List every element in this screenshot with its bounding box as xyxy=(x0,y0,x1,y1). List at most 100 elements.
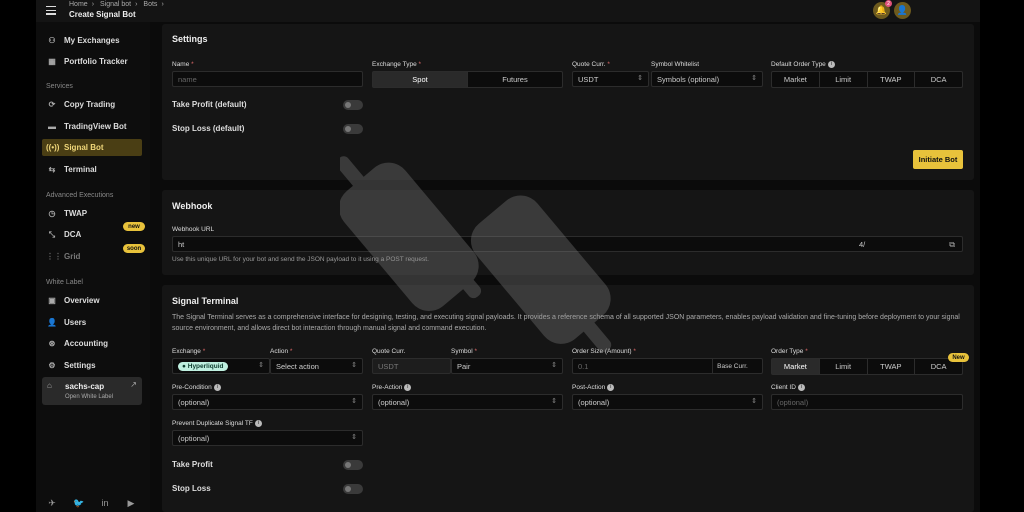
exchange-icon: ⚇ xyxy=(48,36,56,45)
chevron-updown-icon: ⇕ xyxy=(751,75,757,82)
sidebar-item-copy-trading[interactable]: ⟳ Copy Trading xyxy=(42,96,142,113)
info-icon[interactable]: i xyxy=(797,384,805,391)
sidebar-item-label: Grid xyxy=(64,252,81,261)
webhook-title: Webhook xyxy=(172,201,213,211)
info-icon[interactable]: i xyxy=(213,384,221,391)
white-label-name: sachs-cap xyxy=(65,382,105,391)
dca-icon: ⤡ xyxy=(48,229,56,239)
sidebar-item-twap[interactable]: ◷ TWAP xyxy=(42,205,142,222)
sidebar-item-label: DCA xyxy=(64,230,82,239)
quote-currency-label: Quote Curr. * xyxy=(572,61,610,68)
order-type-limit[interactable]: Limit xyxy=(820,72,868,87)
copy-icon[interactable]: ⧉ xyxy=(949,240,955,250)
sidebar-item-label: Settings xyxy=(64,361,96,370)
terminal-icon: ⇆ xyxy=(48,165,56,174)
breadcrumb-home[interactable]: Home xyxy=(69,1,88,8)
stop-loss-toggle[interactable] xyxy=(343,484,363,494)
sidebar-item-label: Overview xyxy=(64,296,100,305)
copy-icon: ⟳ xyxy=(48,100,56,109)
sidebar-item-overview[interactable]: ▣ Overview xyxy=(42,292,142,309)
pre-condition-select[interactable]: (optional) ⇕ xyxy=(172,394,363,410)
outer-margin-right xyxy=(980,0,1024,512)
sidebar: ⚇ My Exchanges ▦ Portfolio Tracker Service… xyxy=(36,22,150,512)
chevron-updown-icon: ⇕ xyxy=(637,75,643,82)
twitter-icon[interactable]: 🐦 xyxy=(73,498,85,510)
top-bar: Home › Signal bot › Bots › Create Signal Bo… xyxy=(36,0,980,22)
menu-icon[interactable] xyxy=(46,6,56,15)
chevron-updown-icon: ⇕ xyxy=(258,362,264,369)
user-icon: 👤 xyxy=(896,5,909,15)
breadcrumb-signal-bot[interactable]: Signal bot xyxy=(100,1,131,8)
sidebar-item-signal-bot[interactable]: ((•)) Signal Bot xyxy=(42,139,142,156)
sidebar-item-terminal[interactable]: ⇆ Terminal xyxy=(42,161,142,178)
base-currency-select[interactable]: Base Curr. xyxy=(712,358,752,374)
symbol-whitelist-label: Symbol Whitelist xyxy=(651,61,700,68)
info-icon[interactable]: i xyxy=(254,420,262,427)
hyperliquid-logo-icon: ● xyxy=(182,362,186,370)
tag-icon: ⌂ xyxy=(47,381,52,390)
watermark-logo xyxy=(340,156,612,353)
notification-count-badge: 2 xyxy=(885,0,892,7)
terminal-order-type-market[interactable]: Market xyxy=(772,359,820,374)
take-profit-label: Take Profit xyxy=(172,460,213,469)
exchange-type-label: Exchange Type * xyxy=(372,61,422,68)
exchange-select[interactable]: ● Hyperliquid ⇕ xyxy=(172,358,270,374)
terminal-order-type-limit[interactable]: Limit xyxy=(820,359,868,374)
users-icon: 👤 xyxy=(47,318,57,327)
sidebar-item-tradingview-bot[interactable]: ▬ TradingView Bot xyxy=(42,118,142,135)
telegram-icon[interactable]: ✈ xyxy=(46,498,58,510)
linkedin-icon[interactable]: in xyxy=(99,498,111,510)
order-type-label: Order Type * xyxy=(771,348,808,355)
sidebar-item-my-exchanges[interactable]: ⚇ My Exchanges xyxy=(42,32,142,49)
sidebar-item-accounting[interactable]: ⊛ Accounting xyxy=(42,335,142,352)
client-id-label: Client ID i xyxy=(771,384,805,391)
white-label-card[interactable]: ⌂ sachs-cap Open White Label ↗ xyxy=(42,377,142,405)
sidebar-item-users[interactable]: 👤 Users xyxy=(42,314,142,331)
order-type-dca[interactable]: DCA xyxy=(915,72,962,87)
webhook-url-label: Webhook URL xyxy=(172,226,215,233)
hyperliquid-badge: ● Hyperliquid xyxy=(178,361,228,371)
user-avatar-button[interactable]: 👤 xyxy=(894,2,911,19)
breadcrumb: Home › Signal bot › Bots › xyxy=(69,1,164,8)
action-label: Action * xyxy=(270,348,293,355)
prevent-duplicate-select[interactable]: (optional) ⇕ xyxy=(172,430,363,446)
section-title-services: Services xyxy=(46,83,73,90)
external-link-icon[interactable]: ↗ xyxy=(130,380,137,389)
symbol-whitelist-select[interactable]: Symbols (optional) ⇕ xyxy=(651,71,763,87)
chevron-updown-icon: ⇕ xyxy=(751,398,757,405)
name-input[interactable]: name xyxy=(172,71,363,87)
section-title-white-label: White Label xyxy=(46,279,83,286)
terminal-order-type-twap[interactable]: TWAP xyxy=(868,359,916,374)
stop-loss-label: Stop Loss xyxy=(172,484,211,493)
sidebar-item-label: TradingView Bot xyxy=(64,122,127,131)
page-title: Create Signal Bot xyxy=(69,10,136,19)
sidebar-item-portfolio-tracker[interactable]: ▦ Portfolio Tracker xyxy=(42,53,142,70)
bell-icon: 🔔 xyxy=(875,5,888,15)
order-type-market[interactable]: Market xyxy=(772,72,820,87)
dashboard-icon: ▣ xyxy=(48,296,56,305)
sidebar-item-label: Terminal xyxy=(64,165,97,174)
sidebar-item-label: Signal Bot xyxy=(64,143,104,152)
client-id-input[interactable]: (optional) xyxy=(771,394,963,410)
accounting-icon: ⊛ xyxy=(48,339,56,348)
exchange-label: Exchange * xyxy=(172,348,206,355)
settings-title: Settings xyxy=(172,34,208,44)
notification-bell-button[interactable]: 🔔 2 xyxy=(873,0,892,19)
sidebar-item-settings[interactable]: ⚙ Settings xyxy=(42,357,142,374)
signal-terminal-title: Signal Terminal xyxy=(172,296,239,306)
youtube-icon[interactable]: ▶ xyxy=(125,498,137,510)
dca-new-pill: New xyxy=(948,353,969,362)
tradingview-icon: ▬ xyxy=(48,122,56,131)
default-order-type-label: Default Order Type i xyxy=(771,61,835,68)
name-label: Name * xyxy=(172,61,194,68)
take-profit-default-label: Take Profit (default) xyxy=(172,100,247,109)
info-icon[interactable]: i xyxy=(827,61,835,68)
breadcrumb-bots[interactable]: Bots xyxy=(143,1,157,8)
sidebar-item-label: My Exchanges xyxy=(64,36,120,45)
initiate-bot-button[interactable]: Initiate Bot xyxy=(913,150,963,169)
order-type-toggle: Market Limit TWAP DCA xyxy=(771,358,963,375)
outer-margin-left xyxy=(0,0,36,512)
sidebar-item-label: Copy Trading xyxy=(64,100,116,109)
order-type-twap[interactable]: TWAP xyxy=(868,72,916,87)
stop-loss-default-label: Stop Loss (default) xyxy=(172,124,245,133)
